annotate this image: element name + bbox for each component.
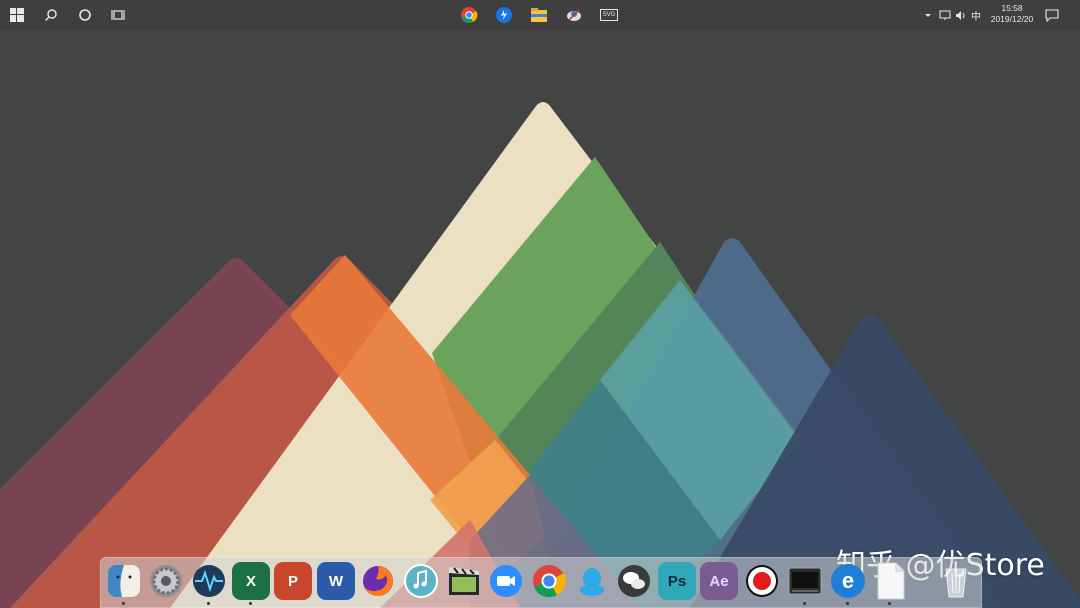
internet-explorer-icon[interactable]: e xyxy=(829,562,867,605)
teamviewer-icon[interactable] xyxy=(490,3,518,27)
windows-start-icon[interactable] xyxy=(3,3,31,27)
powerpoint-icon-label: P xyxy=(287,572,298,590)
clock-time: 15:58 xyxy=(1001,3,1023,13)
svg-viewer-label: SVG xyxy=(600,9,618,21)
internet-explorer-label: e xyxy=(831,564,865,598)
file-explorer-icon[interactable] xyxy=(525,3,553,27)
clock[interactable]: 15:58 2019/12/20 xyxy=(983,3,1041,25)
running-indicator xyxy=(249,602,252,605)
photoshop-icon[interactable]: Ps xyxy=(658,562,696,600)
cortana-circle-icon[interactable] xyxy=(71,3,99,27)
ime-indicator[interactable]: 中 xyxy=(971,0,981,30)
powerpoint-icon[interactable]: P xyxy=(274,562,312,600)
task-view-icon[interactable] xyxy=(104,3,132,27)
svg-viewer-icon[interactable]: SVG xyxy=(595,3,623,27)
network-icon[interactable] xyxy=(939,0,951,30)
excel-icon-label: X xyxy=(245,572,256,590)
trash-icon[interactable] xyxy=(937,562,975,600)
satellite-app-icon[interactable] xyxy=(560,3,588,27)
qq-icon[interactable] xyxy=(573,562,611,600)
running-indicator xyxy=(846,602,849,605)
tray-expand-icon[interactable] xyxy=(924,0,932,30)
after-effects-icon[interactable]: Ae xyxy=(700,562,738,600)
word-icon-label: W xyxy=(328,572,344,590)
running-indicator xyxy=(888,602,891,605)
after-effects-icon-label: Ae xyxy=(709,572,729,590)
blank-file-icon[interactable] xyxy=(871,562,909,605)
excel-icon[interactable]: X xyxy=(232,562,270,605)
firefox-icon[interactable] xyxy=(359,562,397,600)
volume-icon[interactable] xyxy=(955,0,967,30)
finder-icon[interactable] xyxy=(105,562,143,605)
chrome-icon[interactable] xyxy=(455,3,483,27)
photoshop-icon-label: Ps xyxy=(667,572,687,590)
running-indicator xyxy=(803,602,806,605)
system-settings-icon[interactable] xyxy=(147,562,185,600)
music-icon[interactable] xyxy=(402,562,440,600)
screen-recorder-icon[interactable] xyxy=(743,562,781,600)
dock: X P W Ps Ae e xyxy=(100,557,982,608)
word-icon[interactable]: W xyxy=(317,562,355,600)
terminal-icon[interactable] xyxy=(786,562,824,605)
search-icon[interactable] xyxy=(37,3,65,27)
taskbar: SVG 中 15:58 2019/12/20 xyxy=(0,0,1080,30)
wechat-icon[interactable] xyxy=(615,562,653,600)
activity-monitor-icon[interactable] xyxy=(190,562,228,605)
notification-icon[interactable] xyxy=(1038,3,1066,27)
clock-date: 2019/12/20 xyxy=(990,14,1034,24)
running-indicator xyxy=(122,602,125,605)
chrome-dock-icon[interactable] xyxy=(530,562,568,600)
desktop-wallpaper xyxy=(0,0,1080,608)
running-indicator xyxy=(207,602,210,605)
zoom-icon[interactable] xyxy=(487,562,525,600)
video-editor-icon[interactable] xyxy=(445,562,483,600)
